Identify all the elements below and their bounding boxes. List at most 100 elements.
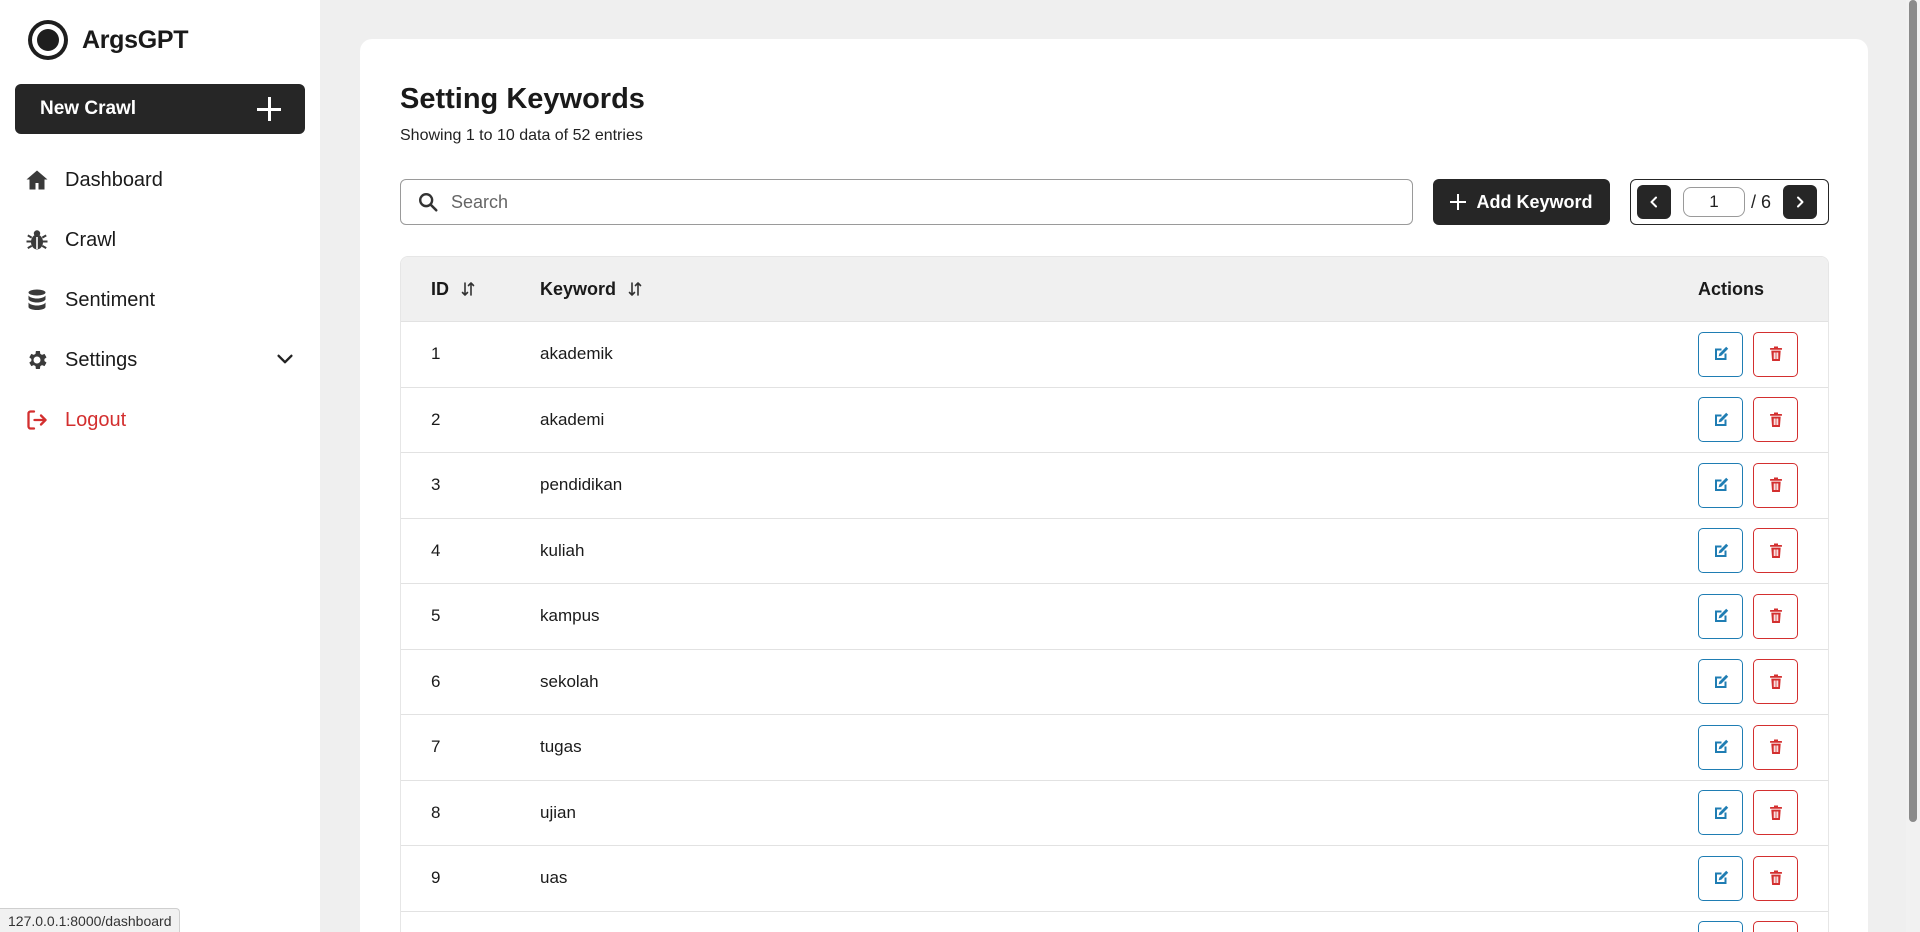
row-id: 2 [431,409,441,429]
plus-icon [257,97,281,121]
table-row: 1 akademik [401,321,1828,387]
row-id: 6 [431,671,441,691]
new-crawl-label: New Crawl [40,98,137,119]
delete-button[interactable] [1753,790,1798,836]
sort-icon[interactable] [628,281,642,297]
row-keyword: ujian [540,802,576,822]
search-input[interactable] [451,191,1351,213]
edit-button[interactable] [1698,724,1743,770]
delete-button[interactable] [1753,528,1798,574]
column-header-actions: Actions [1698,279,1828,300]
column-header-label: Keyword [540,278,617,299]
delete-button[interactable] [1753,659,1798,705]
edit-icon [1714,674,1728,688]
column-header-id[interactable]: ID [401,279,540,300]
table-row: 2 akademi [401,386,1828,453]
edit-icon [1714,805,1728,819]
row-id: 8 [431,802,441,822]
edit-icon [1714,871,1728,885]
trash-icon [1769,543,1782,558]
row-actions [1698,462,1828,508]
edit-button[interactable] [1698,462,1743,508]
sidebar-item-sentiment[interactable]: Sentiment [0,270,320,330]
page-scrollbar[interactable] [1906,0,1920,932]
next-page-button[interactable] [1783,185,1818,219]
chevron-right-icon [1797,196,1804,208]
row-keyword: tugas [540,737,582,757]
edit-button[interactable] [1698,659,1743,705]
new-crawl-button[interactable]: New Crawl [15,84,305,134]
trash-icon [1769,346,1782,362]
delete-button[interactable] [1753,593,1798,639]
add-keyword-button[interactable]: Add Keyword [1433,179,1610,225]
row-id: 3 [431,475,441,495]
trash-icon [1769,674,1782,689]
sidebar-item-logout[interactable]: Logout [0,390,320,450]
edit-button[interactable] [1698,593,1743,639]
row-id: 9 [431,868,441,888]
edit-icon [1714,609,1728,623]
previous-page-button[interactable] [1637,185,1671,219]
scrollbar-thumb[interactable] [1909,0,1917,822]
edit-icon [1714,740,1728,754]
row-keyword: kampus [540,606,600,626]
delete-button[interactable] [1753,921,1798,932]
row-keyword: uas [540,868,568,888]
add-keyword-label: Add Keyword [1476,191,1593,212]
trash-icon [1769,739,1782,755]
edit-button[interactable] [1698,855,1743,901]
row-actions [1698,397,1828,443]
delete-button[interactable] [1753,855,1798,901]
keywords-table: ID Keyword Actions 1 akademik 2 akademi [400,256,1829,932]
brand[interactable]: ArgsGPT [28,20,189,60]
chevron-down-icon[interactable] [274,348,296,370]
sidebar-item-dashboard[interactable]: Dashboard [0,150,320,210]
trash-icon [1769,412,1782,427]
edit-icon [1714,478,1728,492]
gear-icon [29,351,47,369]
edit-button[interactable] [1698,790,1743,836]
edit-icon [1714,543,1728,557]
edit-button[interactable] [1698,921,1743,932]
delete-button[interactable] [1753,462,1798,508]
search-box[interactable] [400,179,1413,225]
page-title: Setting Keywords [400,83,645,115]
edit-button[interactable] [1698,331,1743,377]
row-id: 5 [431,606,441,626]
row-actions [1698,659,1828,705]
plus-icon [1450,194,1467,210]
edit-icon [1714,347,1728,361]
trash-icon [1769,608,1782,624]
delete-button[interactable] [1753,331,1798,377]
table-row: 6 sekolah [401,648,1828,715]
delete-button[interactable] [1753,724,1798,770]
table-body: 1 akademik 2 akademi 3 pendidikan 4 kuli… [401,321,1828,932]
page-number-input[interactable] [1683,187,1745,217]
sidebar-item-crawl[interactable]: Crawl [0,210,320,270]
pagination: / 6 [1630,179,1829,225]
table-header: ID Keyword Actions [401,257,1828,321]
column-header-keyword[interactable]: Keyword [540,279,1698,300]
search-icon [419,193,438,212]
trash-icon [1769,870,1782,886]
sidebar-item-label: Logout [65,408,127,431]
edit-button[interactable] [1698,397,1743,443]
sort-icon[interactable] [461,281,475,297]
sidebar-item-label: Settings [65,348,138,371]
sidebar-nav: Dashboard Crawl Sentiment Settings Logou… [0,150,320,450]
row-id: 1 [431,344,441,364]
column-header-label: ID [431,278,449,299]
row-actions [1698,855,1828,901]
row-keyword: akademi [540,409,605,429]
row-actions [1698,921,1828,932]
sidebar-item-settings[interactable]: Settings [0,330,320,390]
row-keyword: akademik [540,344,613,364]
status-bar-url: 127.0.0.1:8000/dashboard [0,908,181,932]
row-keyword: kuliah [540,540,585,560]
home-icon [26,170,48,190]
row-id: 4 [431,540,441,560]
delete-button[interactable] [1753,397,1798,443]
row-keyword: sekolah [540,671,599,691]
row-actions [1698,528,1828,574]
edit-button[interactable] [1698,528,1743,574]
